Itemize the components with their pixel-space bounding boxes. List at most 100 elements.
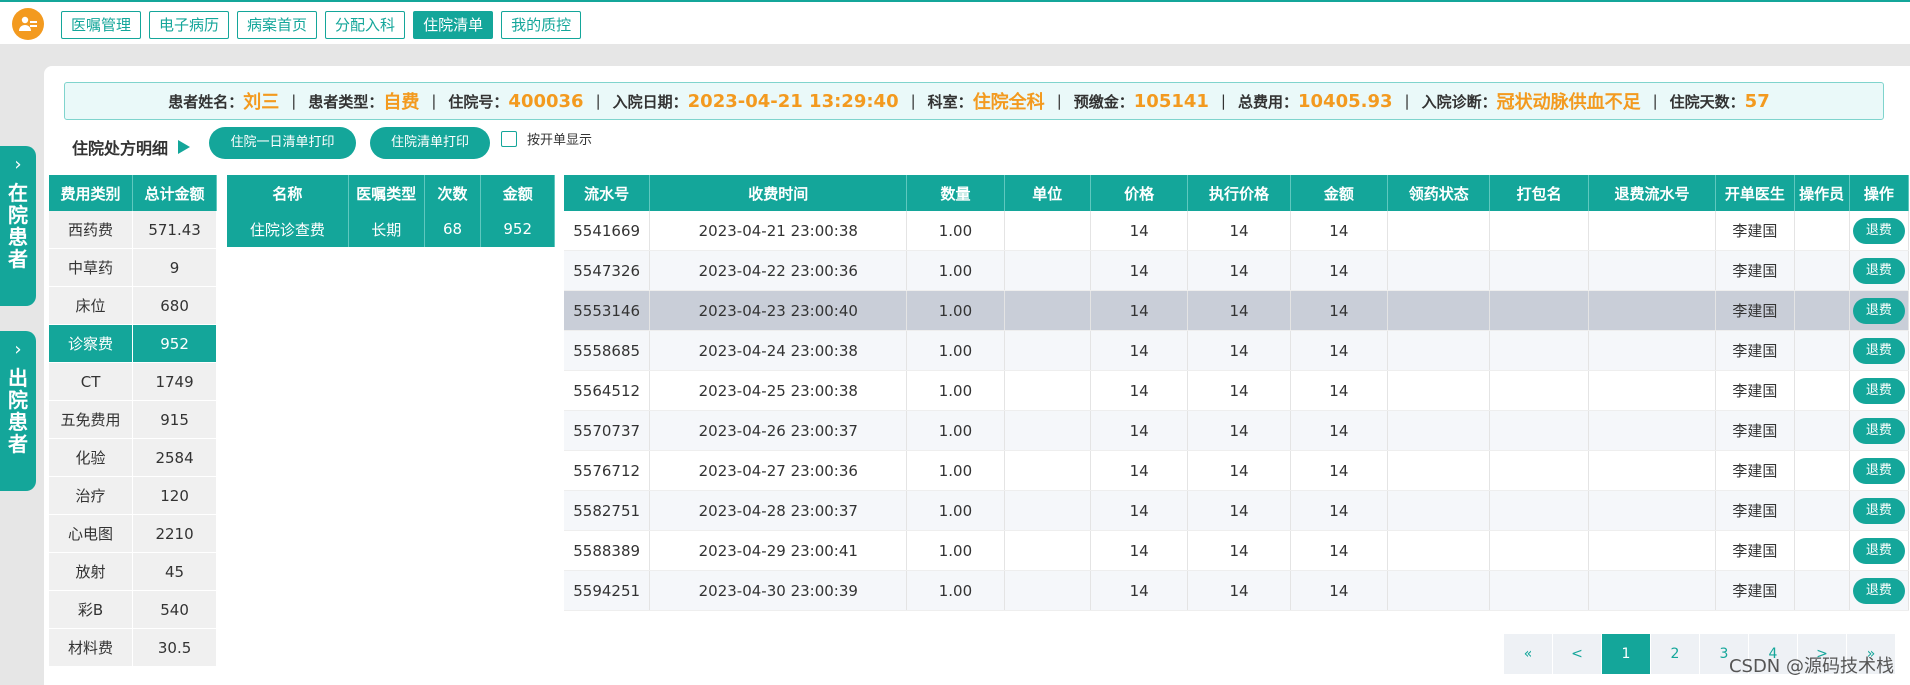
refund-button[interactable]: 退费 [1852,217,1905,244]
refund-button[interactable]: 退费 [1852,337,1905,364]
category-row[interactable]: 中草药 9 [49,248,217,287]
cell-refund-no [1588,211,1717,251]
cell-exec-price: 14 [1187,450,1291,491]
table-row[interactable]: 5558685 2023-04-24 23:00:38 1.00 14 14 14 李建国退… [564,330,1910,371]
category-name: 化验 [49,438,134,477]
item-row[interactable]: 住院诊查费 长期 68 952 [227,211,555,247]
cell-time: 2023-04-27 23:00:36 [649,450,908,491]
cell-operator [1794,290,1850,331]
category-row[interactable]: 化验 2584 [49,438,217,477]
category-name: 西药费 [49,211,134,249]
column-header: 数量 [906,175,1005,211]
page-button[interactable]: 4 [1749,634,1797,674]
category-row[interactable]: 诊察费 952 [49,324,217,363]
nav-tab[interactable]: 分配入科 [325,11,406,39]
cell-time: 2023-04-24 23:00:38 [649,330,908,371]
page-button[interactable]: 2 [1651,634,1699,674]
category-name: 放射 [49,552,134,591]
category-amount: 571.43 [132,211,217,249]
page-button[interactable]: < [1553,634,1601,674]
cell-exec-price: 14 [1187,370,1291,411]
refund-button[interactable]: 退费 [1852,377,1905,404]
table-row[interactable]: 5576712 2023-04-27 23:00:36 1.00 14 14 14 李建国退… [564,450,1910,491]
category-row[interactable]: 材料费 30.5 [49,628,217,667]
table-row[interactable]: 5547326 2023-04-22 23:00:36 1.00 14 14 14 李建国退… [564,250,1910,291]
category-row[interactable]: CT 1749 [49,362,217,401]
table-row[interactable]: 5564512 2023-04-25 23:00:38 1.00 14 14 14 李建国退… [564,370,1910,411]
side-tab-inpatient[interactable]: › 在院患者 [0,146,36,306]
cell-pkg [1489,330,1589,371]
category-amount: 9 [132,248,217,287]
cell-time: 2023-04-30 23:00:39 [649,570,908,611]
column-header: 领药状态 [1387,175,1491,211]
category-name: 五免费用 [49,400,134,439]
page-button[interactable]: » [1847,634,1895,674]
page-button[interactable]: 1 [1602,634,1650,674]
cell-serial: 5547326 [564,250,651,291]
total-fee: 10405.93 [1298,90,1393,112]
category-name: 心电图 [49,514,134,553]
category-row[interactable]: 彩B 540 [49,590,217,629]
cell-pkg [1489,410,1589,451]
cell-qty: 1.00 [906,211,1005,251]
page-button[interactable]: > [1798,634,1846,674]
patient-info-bar: 患者姓名： 刘三 | 患者类型： 自费 | 住院号： 400036 | 入院日期… [64,82,1884,120]
cell-operator [1794,211,1850,251]
nav-tab[interactable]: 病案首页 [237,11,318,39]
refund-button[interactable]: 退费 [1852,537,1905,564]
category-row[interactable]: 五免费用 915 [49,400,217,439]
table-row[interactable]: 5594251 2023-04-30 23:00:39 1.00 14 14 14 李建国退… [564,570,1910,611]
category-amount: 120 [132,476,217,515]
cell-serial: 5582751 [564,490,651,531]
cell-status [1387,410,1491,451]
cell-operator [1794,370,1850,411]
cell-qty: 1.00 [906,250,1005,291]
separator: | [910,92,916,110]
category-row[interactable]: 治疗 120 [49,476,217,515]
print-daily-list-button[interactable]: 住院一日清单打印 [209,127,356,159]
table-row[interactable]: 5570737 2023-04-26 23:00:37 1.00 14 14 14 李建国退… [564,410,1910,451]
nav-tab[interactable]: 住院清单 [413,11,494,39]
refund-button[interactable]: 退费 [1852,497,1905,524]
nav-tab[interactable]: 医嘱管理 [61,11,142,39]
cell-amount: 14 [1290,490,1389,531]
table-row[interactable]: 5553146 2023-04-23 23:00:40 1.00 14 14 14 李建国退… [564,290,1910,331]
user-avatar-icon[interactable] [12,8,44,40]
separator: | [1404,92,1410,110]
category-row[interactable]: 心电图 2210 [49,514,217,553]
nav-tab[interactable]: 电子病历 [149,11,230,39]
item-count: 68 [424,211,482,247]
category-row[interactable]: 床位 680 [49,286,217,325]
table-row[interactable]: 5541669 2023-04-21 23:00:38 1.00 14 14 14 李建国退… [564,211,1910,251]
cell-action: 退费 [1849,570,1910,611]
print-list-button[interactable]: 住院清单打印 [370,127,490,159]
section-title-text: 住院处方明细 [72,139,169,158]
separator: | [1652,92,1658,110]
nav-tab[interactable]: 我的质控 [501,11,582,39]
cell-pkg [1489,370,1589,411]
table-row[interactable]: 5588389 2023-04-29 23:00:41 1.00 14 14 14 李建国退… [564,530,1910,571]
side-tab-discharged[interactable]: › 出院患者 [0,331,36,491]
refund-button[interactable]: 退费 [1852,417,1905,444]
cell-operator [1794,490,1850,531]
page-button[interactable]: 3 [1700,634,1748,674]
category-name: 材料费 [49,628,134,667]
column-header: 总计金额 [132,175,217,211]
cell-serial: 5558685 [564,330,651,371]
cell-serial: 5553146 [564,290,651,331]
cell-exec-price: 14 [1187,570,1291,611]
page-button[interactable]: « [1504,634,1552,674]
refund-button[interactable]: 退费 [1852,457,1905,484]
by-order-checkbox[interactable] [501,130,517,147]
cell-time: 2023-04-22 23:00:36 [649,250,908,291]
category-row[interactable]: 西药费 571.43 [49,211,217,249]
category-row[interactable]: 放射 45 [49,552,217,591]
column-header: 操作 [1849,175,1910,211]
category-name: 治疗 [49,476,134,515]
refund-button[interactable]: 退费 [1852,577,1905,604]
table-row[interactable]: 5582751 2023-04-28 23:00:37 1.00 14 14 14 李建国退… [564,490,1910,531]
department: 住院全科 [972,92,1045,113]
refund-button[interactable]: 退费 [1852,297,1905,324]
category-name: CT [49,362,134,401]
refund-button[interactable]: 退费 [1852,257,1905,284]
